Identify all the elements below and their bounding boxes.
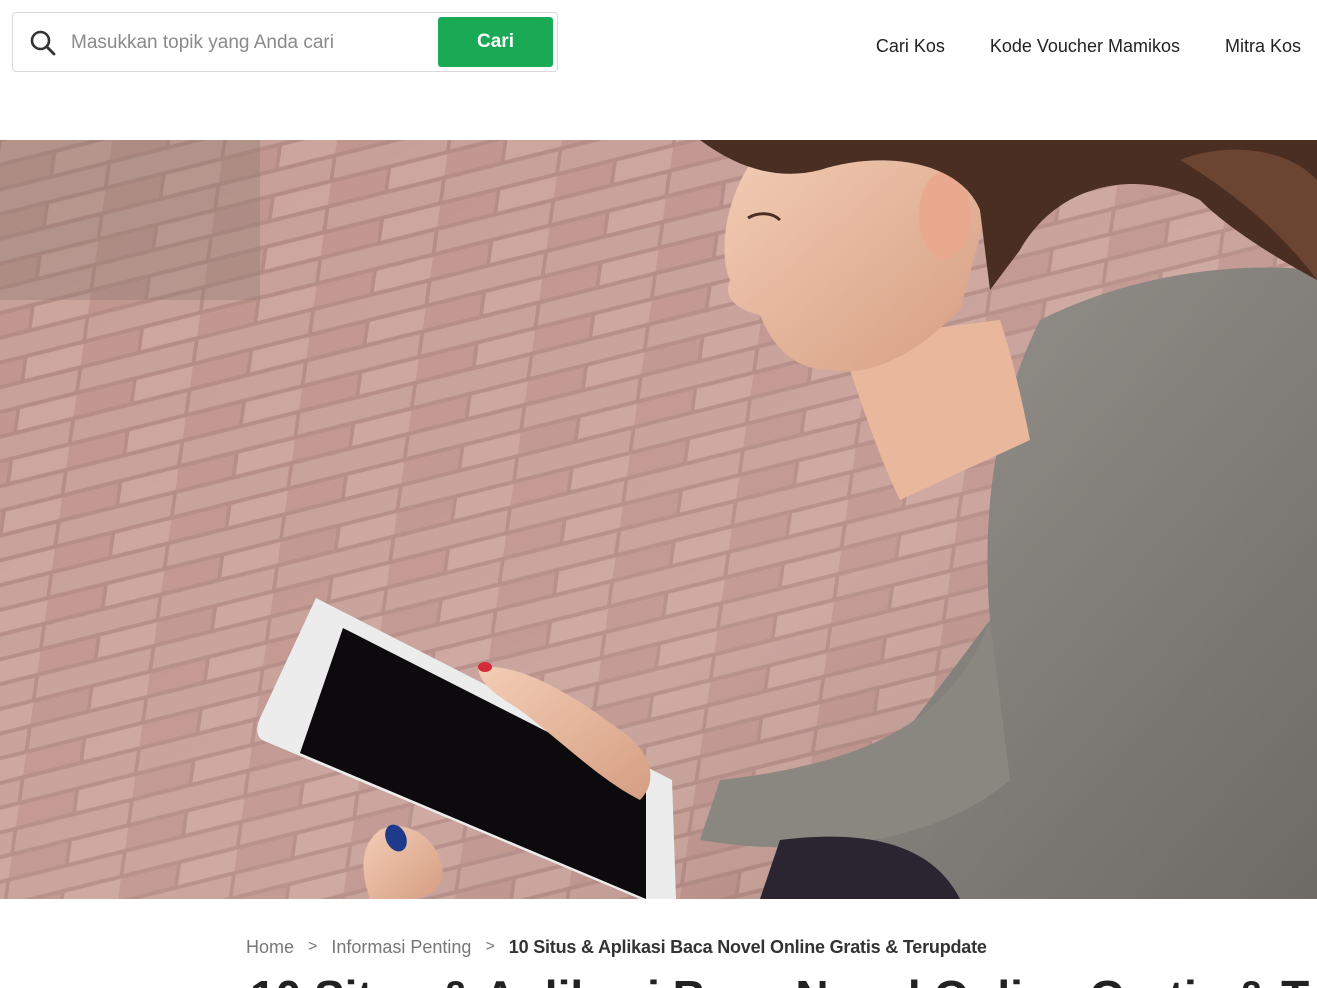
search-box: Cari xyxy=(12,12,558,72)
search-button[interactable]: Cari xyxy=(438,17,553,67)
article-title: 10 Situs & Aplikasi Baca Novel Online Gr… xyxy=(250,974,1317,988)
search-icon[interactable] xyxy=(29,29,57,57)
breadcrumb-separator: > xyxy=(308,938,318,955)
breadcrumb-category[interactable]: Informasi Penting xyxy=(331,937,471,958)
breadcrumb-current: 10 Situs & Aplikasi Baca Novel Online Gr… xyxy=(508,936,987,957)
site-header: Cari Cari Kos Kode Voucher Mamikos Mitra… xyxy=(0,0,1317,140)
main-nav: Cari Kos Kode Voucher Mamikos Mitra Kos xyxy=(876,36,1301,57)
breadcrumb-separator: > xyxy=(485,938,495,955)
hero-photo-woman-reading-tablet xyxy=(0,140,1317,899)
search-input[interactable] xyxy=(71,25,431,61)
breadcrumb-home[interactable]: Home xyxy=(246,937,294,958)
nav-item-cari-kos[interactable]: Cari Kos xyxy=(876,36,945,57)
breadcrumb: Home > Informasi Penting > 10 Situs & Ap… xyxy=(246,934,987,960)
nav-item-kode-voucher[interactable]: Kode Voucher Mamikos xyxy=(990,36,1180,57)
nav-item-mitra-kos[interactable]: Mitra Kos xyxy=(1225,36,1301,57)
article-title-container: 10 Situs & Aplikasi Baca Novel Online Gr… xyxy=(250,974,1317,988)
hero-image xyxy=(0,140,1317,899)
